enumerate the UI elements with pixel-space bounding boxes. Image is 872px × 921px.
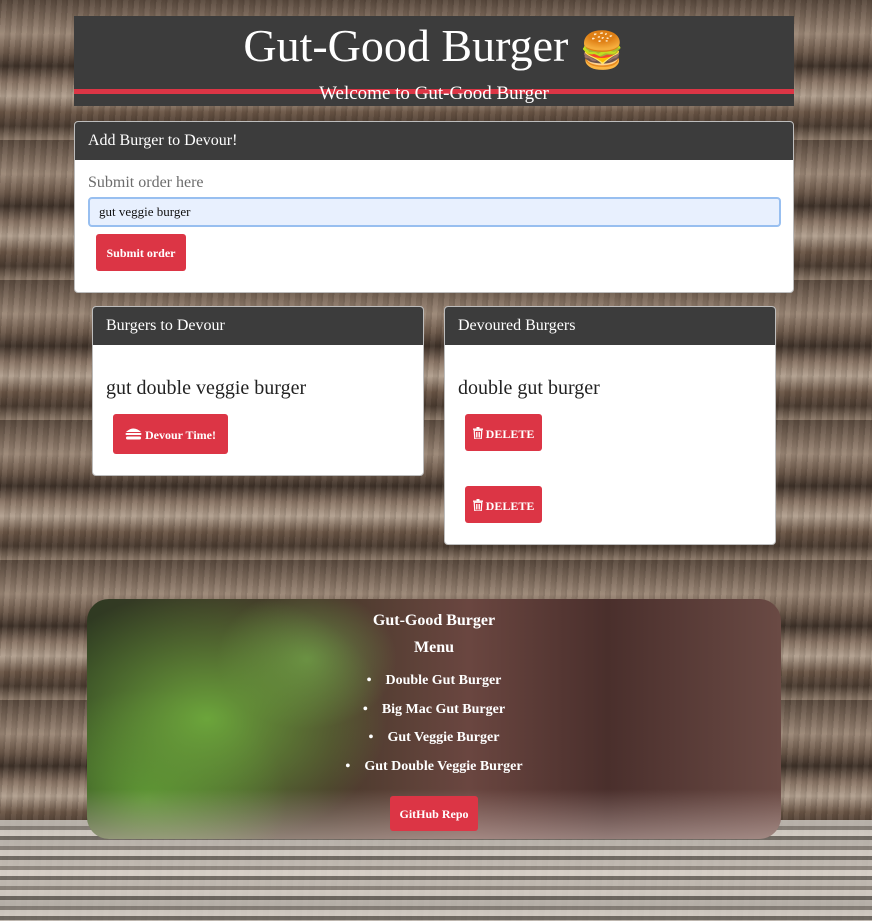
delete-button[interactable]: DELETE: [465, 486, 542, 523]
add-burger-card: Add Burger to Devour! Submit order here …: [74, 121, 794, 293]
footer-menu: Gut-Good Burger Menu Double Gut Burger B…: [87, 599, 781, 839]
trash-icon: [472, 415, 483, 452]
devour-button[interactable]: Devour Time!: [113, 414, 228, 454]
devoured-burgers-card: Devoured Burgers double gut burger DELET…: [444, 306, 776, 545]
delete-button-label: DELETE: [485, 499, 535, 513]
site-title: Gut-Good Burger 🍔: [74, 16, 794, 74]
menu-item: Gut Veggie Burger: [87, 730, 781, 759]
devoured-burgers-header: Devoured Burgers: [445, 307, 775, 345]
menu-list: Double Gut Burger Big Mac Gut Burger Gut…: [87, 673, 781, 787]
menu-item: Gut Double Veggie Burger: [87, 759, 781, 788]
github-repo-button[interactable]: GitHub Repo: [390, 796, 478, 831]
add-burger-header: Add Burger to Devour!: [75, 122, 793, 160]
menu-item: Big Mac Gut Burger: [87, 702, 781, 731]
submit-order-button[interactable]: Submit order: [96, 234, 186, 271]
trash-icon: [472, 487, 483, 524]
delete-button[interactable]: DELETE: [465, 414, 542, 451]
hamburger-icon: [125, 415, 142, 455]
burger-name: gut double veggie burger: [106, 377, 307, 399]
delete-button-label: DELETE: [485, 427, 535, 441]
order-input-label: Submit order here: [88, 174, 204, 191]
burgers-to-devour-header: Burgers to Devour: [93, 307, 423, 345]
burgers-to-devour-card: Burgers to Devour gut double veggie burg…: [92, 306, 424, 476]
footer-title: Gut-Good Burger: [372, 612, 496, 629]
welcome-subtitle: Welcome to Gut-Good Burger: [319, 83, 549, 104]
site-title-text: Gut-Good Burger: [243, 20, 569, 71]
menu-item: Double Gut Burger: [87, 673, 781, 702]
devour-button-label: Devour Time!: [145, 428, 216, 442]
devoured-burger-name: double gut burger: [458, 377, 600, 399]
menu-heading: Menu: [414, 639, 454, 656]
burger-icon: 🍔: [579, 30, 625, 71]
order-input[interactable]: [88, 197, 781, 227]
